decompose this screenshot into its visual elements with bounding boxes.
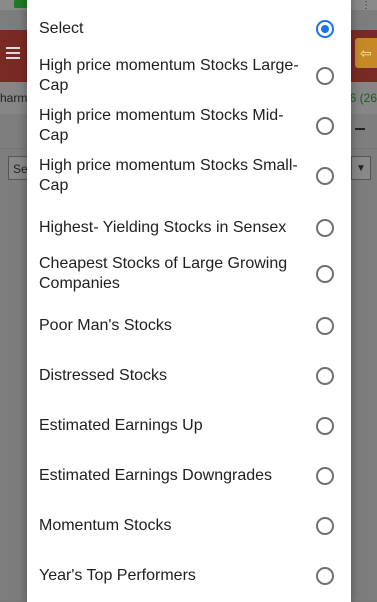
option-label: Momentum Stocks xyxy=(39,517,172,534)
radio-unchecked-icon[interactable] xyxy=(316,517,334,535)
radio-unchecked-icon[interactable] xyxy=(316,265,334,283)
back-arrow-icon: ⇦ xyxy=(355,38,377,68)
radio-unchecked-icon[interactable] xyxy=(316,317,334,335)
radio-unchecked-icon[interactable] xyxy=(316,467,334,485)
radio-unchecked-icon[interactable] xyxy=(316,417,334,435)
option-estimated-earnings-up[interactable]: Estimated Earnings Up xyxy=(27,406,351,450)
option-high-momentum-mid-cap[interactable]: High price momentum Stocks Mid-Cap xyxy=(27,102,351,150)
option-cheapest-large-growing[interactable]: Cheapest Stocks of Large Growing Compani… xyxy=(27,254,351,302)
option-label: Estimated Earnings Up xyxy=(39,417,203,434)
battery-icon xyxy=(14,0,28,8)
option-years-top-performers[interactable]: Year's Top Performers xyxy=(27,556,351,600)
option-poor-mans-stocks[interactable]: Poor Man's Stocks xyxy=(27,306,351,350)
option-label: Select xyxy=(39,20,84,37)
option-highest-yielding-sensex[interactable]: Highest- Yielding Stocks in Sensex xyxy=(27,206,351,250)
radio-unchecked-icon[interactable] xyxy=(316,567,334,585)
screener-select-dialog: Select High price momentum Stocks Large-… xyxy=(27,0,351,602)
option-high-momentum-large-cap[interactable]: High price momentum Stocks Large-Cap xyxy=(27,52,351,100)
overflow-icon: ⋮ xyxy=(361,0,371,11)
option-estimated-earnings-downgrades[interactable]: Estimated Earnings Downgrades xyxy=(27,456,351,500)
radio-unchecked-icon[interactable] xyxy=(316,367,334,385)
radio-unchecked-icon[interactable] xyxy=(316,167,334,185)
radio-unchecked-icon[interactable] xyxy=(316,67,334,85)
option-label: Cheapest Stocks of Large Growing Compani… xyxy=(39,255,288,292)
background-left-text: harm xyxy=(0,91,28,105)
minus-icon xyxy=(355,128,365,130)
radio-checked-icon[interactable] xyxy=(316,20,334,38)
radio-unchecked-icon[interactable] xyxy=(316,117,334,135)
option-select[interactable]: Select xyxy=(27,7,351,51)
option-label: Distressed Stocks xyxy=(39,367,168,384)
option-label: High price momentum Stocks Small-Cap xyxy=(39,157,298,194)
dropdown-arrow-icon: ▼ xyxy=(351,156,371,180)
menu-icon xyxy=(6,44,20,59)
option-distressed-stocks[interactable]: Distressed Stocks xyxy=(27,356,351,400)
option-label: High price momentum Stocks Large-Cap xyxy=(39,57,299,94)
option-label: High price momentum Stocks Mid-Cap xyxy=(39,107,284,144)
background-right-text: 6 (26 xyxy=(349,91,377,105)
radio-unchecked-icon[interactable] xyxy=(316,219,334,237)
option-momentum-stocks[interactable]: Momentum Stocks xyxy=(27,506,351,550)
option-label: Poor Man's Stocks xyxy=(39,317,172,334)
option-label: Estimated Earnings Downgrades xyxy=(39,467,273,484)
option-label: Year's Top Performers xyxy=(39,567,196,584)
option-label: Highest- Yielding Stocks in Sensex xyxy=(39,219,287,236)
option-high-momentum-small-cap[interactable]: High price momentum Stocks Small-Cap xyxy=(27,152,351,200)
